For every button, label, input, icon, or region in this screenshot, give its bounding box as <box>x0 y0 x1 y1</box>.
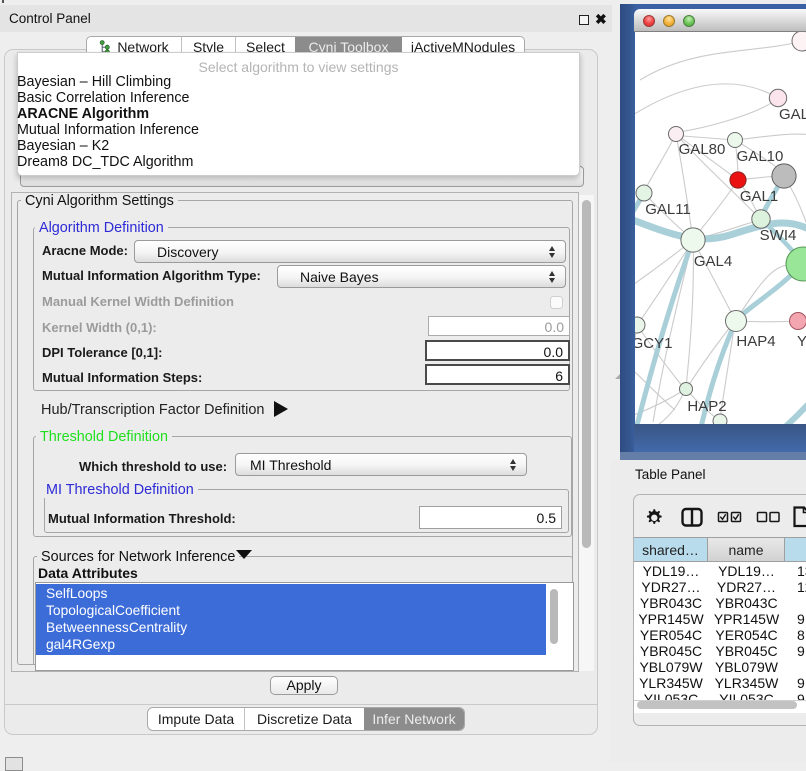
svg-text:GAL1: GAL1 <box>740 188 778 205</box>
svg-text:SWI4: SWI4 <box>760 227 797 244</box>
svg-text:YM: YM <box>797 333 806 350</box>
svg-text:HAP2: HAP2 <box>687 398 726 415</box>
svg-text:GCY1: GCY1 <box>635 335 672 352</box>
svg-text:GAL10: GAL10 <box>737 148 784 165</box>
svg-text:GAL11: GAL11 <box>645 201 691 218</box>
svg-text:GAL4: GAL4 <box>694 253 732 270</box>
svg-text:GAL7: GAL7 <box>779 106 806 123</box>
svg-text:HAP4: HAP4 <box>736 333 775 350</box>
svg-text:GAL80: GAL80 <box>679 141 726 158</box>
